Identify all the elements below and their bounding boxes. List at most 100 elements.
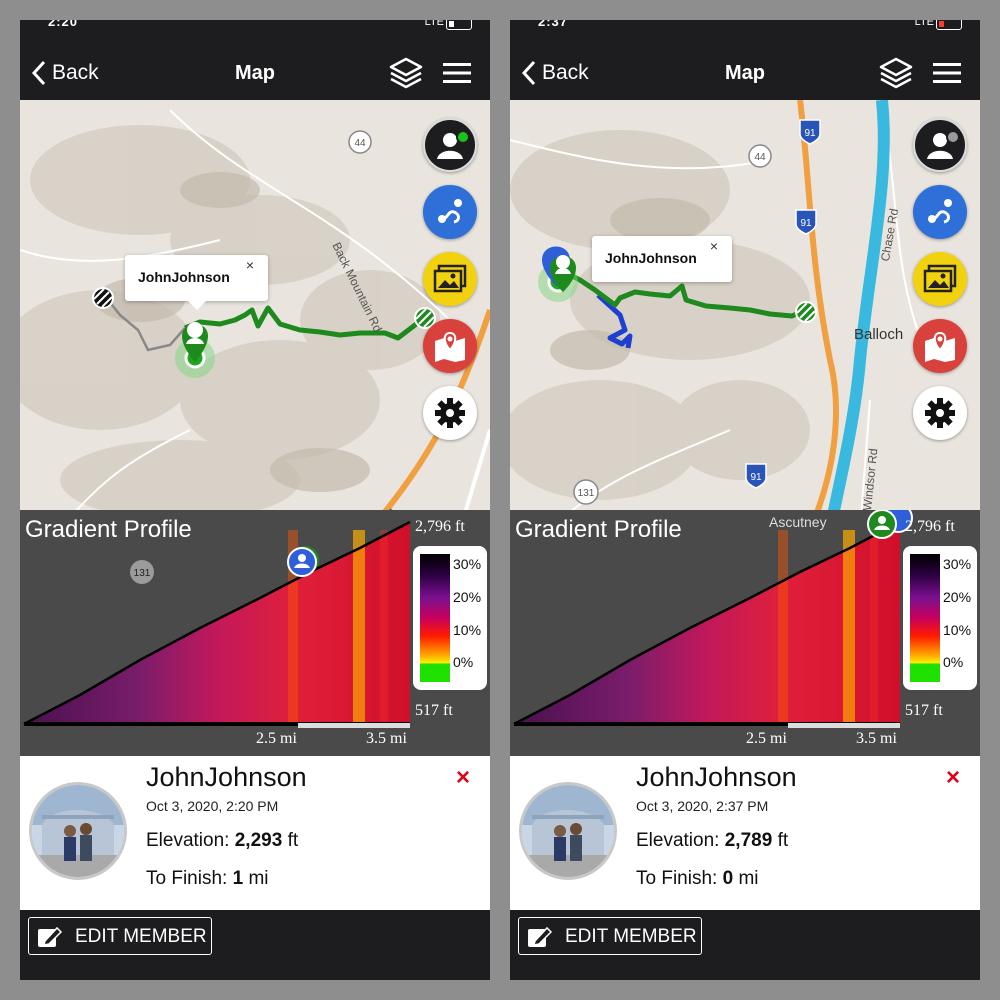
layers-button[interactable] bbox=[878, 56, 914, 90]
gradient-profile: Gradient Profile Ascutney 2,796 ft 517 f… bbox=[510, 510, 980, 756]
gradient-profile: 131 Gradient Profile 2,796 ft 517 ft 2.5… bbox=[20, 510, 490, 756]
map-pin-button[interactable] bbox=[423, 319, 477, 373]
layers-button[interactable] bbox=[388, 56, 424, 90]
route-button[interactable] bbox=[913, 185, 967, 239]
callout-name: JohnJohnson bbox=[605, 250, 697, 266]
profile-title: Gradient Profile bbox=[515, 516, 682, 543]
route-icon bbox=[438, 199, 462, 224]
min-elevation-label: 517 ft bbox=[415, 702, 453, 719]
settings-button[interactable] bbox=[913, 386, 967, 440]
map-view[interactable]: 44 131 91 91 91 Chase Rd Windsor Rd Ball… bbox=[510, 100, 980, 530]
route-icon bbox=[928, 199, 952, 224]
member-distance-to-finish: To Finish: 0 mi bbox=[636, 868, 759, 889]
place-label: Balloch bbox=[854, 326, 904, 343]
x-tick-label: 3.5 mi bbox=[366, 730, 407, 747]
battery-icon bbox=[446, 20, 472, 30]
callout-close-button[interactable]: × bbox=[246, 257, 254, 273]
member-elevation: Elevation: 2,789 ft bbox=[636, 830, 789, 851]
route-button[interactable] bbox=[423, 185, 477, 239]
profile-title: Gradient Profile bbox=[25, 516, 192, 543]
photos-button[interactable] bbox=[913, 252, 967, 306]
member-info-card: JohnJohnson Oct 3, 2020, 2:20 PM Elevati… bbox=[20, 756, 490, 910]
status-time: 2:20 bbox=[48, 20, 79, 29]
member-callout[interactable]: JohnJohnson × bbox=[125, 255, 268, 310]
legend-tick: 0% bbox=[943, 654, 964, 670]
x-tick-label: 2.5 mi bbox=[746, 730, 787, 747]
edit-member-button[interactable]: EDIT MEMBER bbox=[518, 917, 702, 955]
edit-member-button[interactable]: EDIT MEMBER bbox=[28, 917, 212, 955]
svg-text:44: 44 bbox=[354, 138, 366, 149]
back-chevron-icon bbox=[521, 60, 536, 86]
legend-tick: 10% bbox=[943, 622, 972, 638]
place-label: Ascutney bbox=[769, 514, 827, 530]
map-pin-icon bbox=[435, 331, 465, 362]
map-view[interactable]: 44 Back Mountain Rd 191 JohnJohnson × bbox=[20, 100, 490, 530]
layers-icon bbox=[389, 57, 423, 89]
svg-text:131: 131 bbox=[578, 488, 595, 499]
menu-button[interactable] bbox=[442, 62, 472, 84]
photo-gallery-icon bbox=[923, 264, 957, 293]
hamburger-menu-icon bbox=[933, 63, 961, 83]
member-info-card: JohnJohnson Oct 3, 2020, 2:37 PM Elevati… bbox=[510, 756, 980, 910]
network-indicator: LTE bbox=[424, 20, 444, 28]
gear-icon bbox=[435, 398, 465, 428]
edit-member-label: EDIT MEMBER bbox=[565, 926, 697, 947]
map-pin-icon bbox=[925, 331, 955, 362]
back-label: Back bbox=[52, 61, 99, 84]
page-title: Map bbox=[725, 62, 765, 84]
map-pin-button[interactable] bbox=[913, 319, 967, 373]
legend-tick: 10% bbox=[453, 622, 482, 638]
legend-tick: 0% bbox=[453, 654, 474, 670]
network-indicator: LTE bbox=[914, 20, 934, 28]
status-bar: 2:37 LTE bbox=[510, 20, 980, 34]
online-status-indicator bbox=[456, 130, 470, 144]
settings-button[interactable] bbox=[423, 386, 477, 440]
back-button[interactable]: Back bbox=[520, 58, 589, 88]
x-tick-label: 2.5 mi bbox=[256, 730, 297, 747]
callout-close-button[interactable]: × bbox=[710, 238, 718, 254]
gradient-legend: 30% 20% 10% 0% bbox=[413, 546, 487, 690]
legend-tick: 20% bbox=[453, 589, 482, 605]
legend-tick: 20% bbox=[943, 589, 972, 605]
edit-icon bbox=[528, 926, 553, 947]
max-elevation-label: 2,796 ft bbox=[415, 518, 465, 535]
menu-button[interactable] bbox=[932, 62, 962, 84]
hamburger-menu-icon bbox=[443, 63, 471, 83]
avatar bbox=[29, 782, 127, 880]
svg-text:131: 131 bbox=[134, 568, 151, 579]
close-icon[interactable]: × bbox=[946, 764, 960, 792]
online-status-indicator bbox=[946, 130, 960, 144]
layers-icon bbox=[879, 57, 913, 89]
status-time: 2:37 bbox=[538, 20, 569, 29]
svg-text:91: 91 bbox=[800, 218, 812, 229]
member-name: JohnJohnson bbox=[146, 762, 307, 792]
photos-button[interactable] bbox=[423, 252, 477, 306]
avatar bbox=[519, 782, 617, 880]
gradient-legend: 30% 20% 10% 0% bbox=[903, 546, 977, 690]
svg-text:91: 91 bbox=[750, 472, 762, 483]
phone-screen-right: 2:37 LTE Back Map 44 131 91 91 91 Chase … bbox=[510, 20, 980, 980]
close-icon[interactable]: × bbox=[456, 764, 470, 792]
photo-gallery-icon bbox=[433, 264, 467, 293]
max-elevation-label: 2,796 ft bbox=[905, 518, 955, 535]
member-callout[interactable]: JohnJohnson × bbox=[592, 236, 732, 282]
back-button[interactable]: Back bbox=[30, 58, 99, 88]
member-timestamp: Oct 3, 2020, 2:20 PM bbox=[146, 798, 279, 814]
battery-icon bbox=[936, 20, 962, 30]
back-chevron-icon bbox=[31, 60, 46, 86]
x-tick-label: 3.5 mi bbox=[856, 730, 897, 747]
member-timestamp: Oct 3, 2020, 2:37 PM bbox=[636, 798, 769, 814]
edit-member-label: EDIT MEMBER bbox=[75, 926, 207, 947]
member-elevation: Elevation: 2,293 ft bbox=[146, 830, 299, 851]
edit-icon bbox=[38, 926, 63, 947]
members-button[interactable] bbox=[423, 118, 477, 172]
members-button[interactable] bbox=[913, 118, 967, 172]
min-elevation-label: 517 ft bbox=[905, 702, 943, 719]
callout-name: JohnJohnson bbox=[138, 269, 230, 285]
legend-tick: 30% bbox=[453, 556, 482, 572]
back-label: Back bbox=[542, 61, 589, 84]
svg-text:91: 91 bbox=[804, 128, 816, 139]
legend-tick: 30% bbox=[943, 556, 972, 572]
page-title: Map bbox=[235, 62, 275, 84]
gear-icon bbox=[925, 398, 955, 428]
